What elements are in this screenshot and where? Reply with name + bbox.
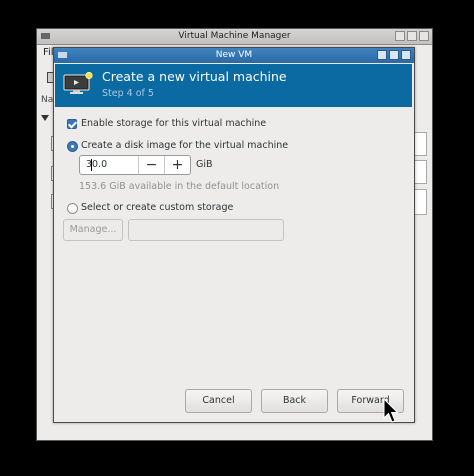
new-vm-dialog: New VM Create a new virtual machine Step… [53, 47, 415, 423]
column-header-name[interactable]: Na [41, 95, 53, 105]
disk-size-unit: GiB [196, 159, 213, 170]
expand-triangle-icon[interactable] [41, 115, 49, 121]
disk-size-spinner[interactable]: 30.0 − + [79, 155, 191, 175]
increase-button[interactable]: + [164, 156, 190, 174]
mouse-pointer-icon [383, 398, 399, 423]
dialog-window-controls [377, 50, 411, 60]
wizard-title: Create a new virtual machine [102, 69, 287, 84]
close-button[interactable] [419, 31, 429, 41]
window-controls [395, 31, 429, 41]
custom-storage-label[interactable]: Select or create custom storage [81, 202, 233, 213]
minimize-button[interactable] [377, 50, 387, 60]
wizard-step: Step 4 of 5 [102, 88, 154, 99]
bg-panel-edge [413, 189, 427, 215]
available-space-label: 153.6 GiB available in the default locat… [79, 181, 280, 192]
cancel-button[interactable]: Cancel [185, 389, 252, 413]
back-button[interactable]: Back [261, 389, 328, 413]
wizard-header: Create a new virtual machine Step 4 of 5 [55, 64, 412, 107]
dialog-titlebar[interactable]: New VM [54, 48, 414, 63]
virt-manager-titlebar[interactable]: Virtual Machine Manager [37, 29, 432, 45]
enable-storage-checkbox[interactable] [67, 119, 77, 129]
manage-button[interactable]: Manage... [63, 219, 123, 241]
disk-size-value: 30.0 [86, 159, 108, 170]
dialog-title: New VM [215, 50, 253, 60]
disk-size-input[interactable]: 30.0 [80, 156, 138, 174]
disk-image-label[interactable]: Create a disk image for the virtual mach… [81, 140, 288, 151]
disk-image-radio[interactable] [67, 141, 78, 152]
minimize-button[interactable] [395, 31, 405, 41]
virt-manager-title: Virtual Machine Manager [178, 31, 291, 41]
decrease-button[interactable]: − [138, 156, 164, 174]
monitor-new-icon [63, 72, 93, 94]
enable-storage-label[interactable]: Enable storage for this virtual machine [81, 118, 266, 129]
bg-panel-edge [413, 132, 427, 156]
bg-panel-edge [413, 160, 427, 184]
custom-storage-path-input[interactable] [128, 219, 284, 241]
maximize-button[interactable] [389, 50, 399, 60]
menu-file[interactable]: Fil [43, 47, 54, 58]
maximize-button[interactable] [407, 31, 417, 41]
close-button[interactable] [401, 50, 411, 60]
custom-storage-radio[interactable] [67, 203, 78, 214]
text-caret [91, 159, 92, 171]
